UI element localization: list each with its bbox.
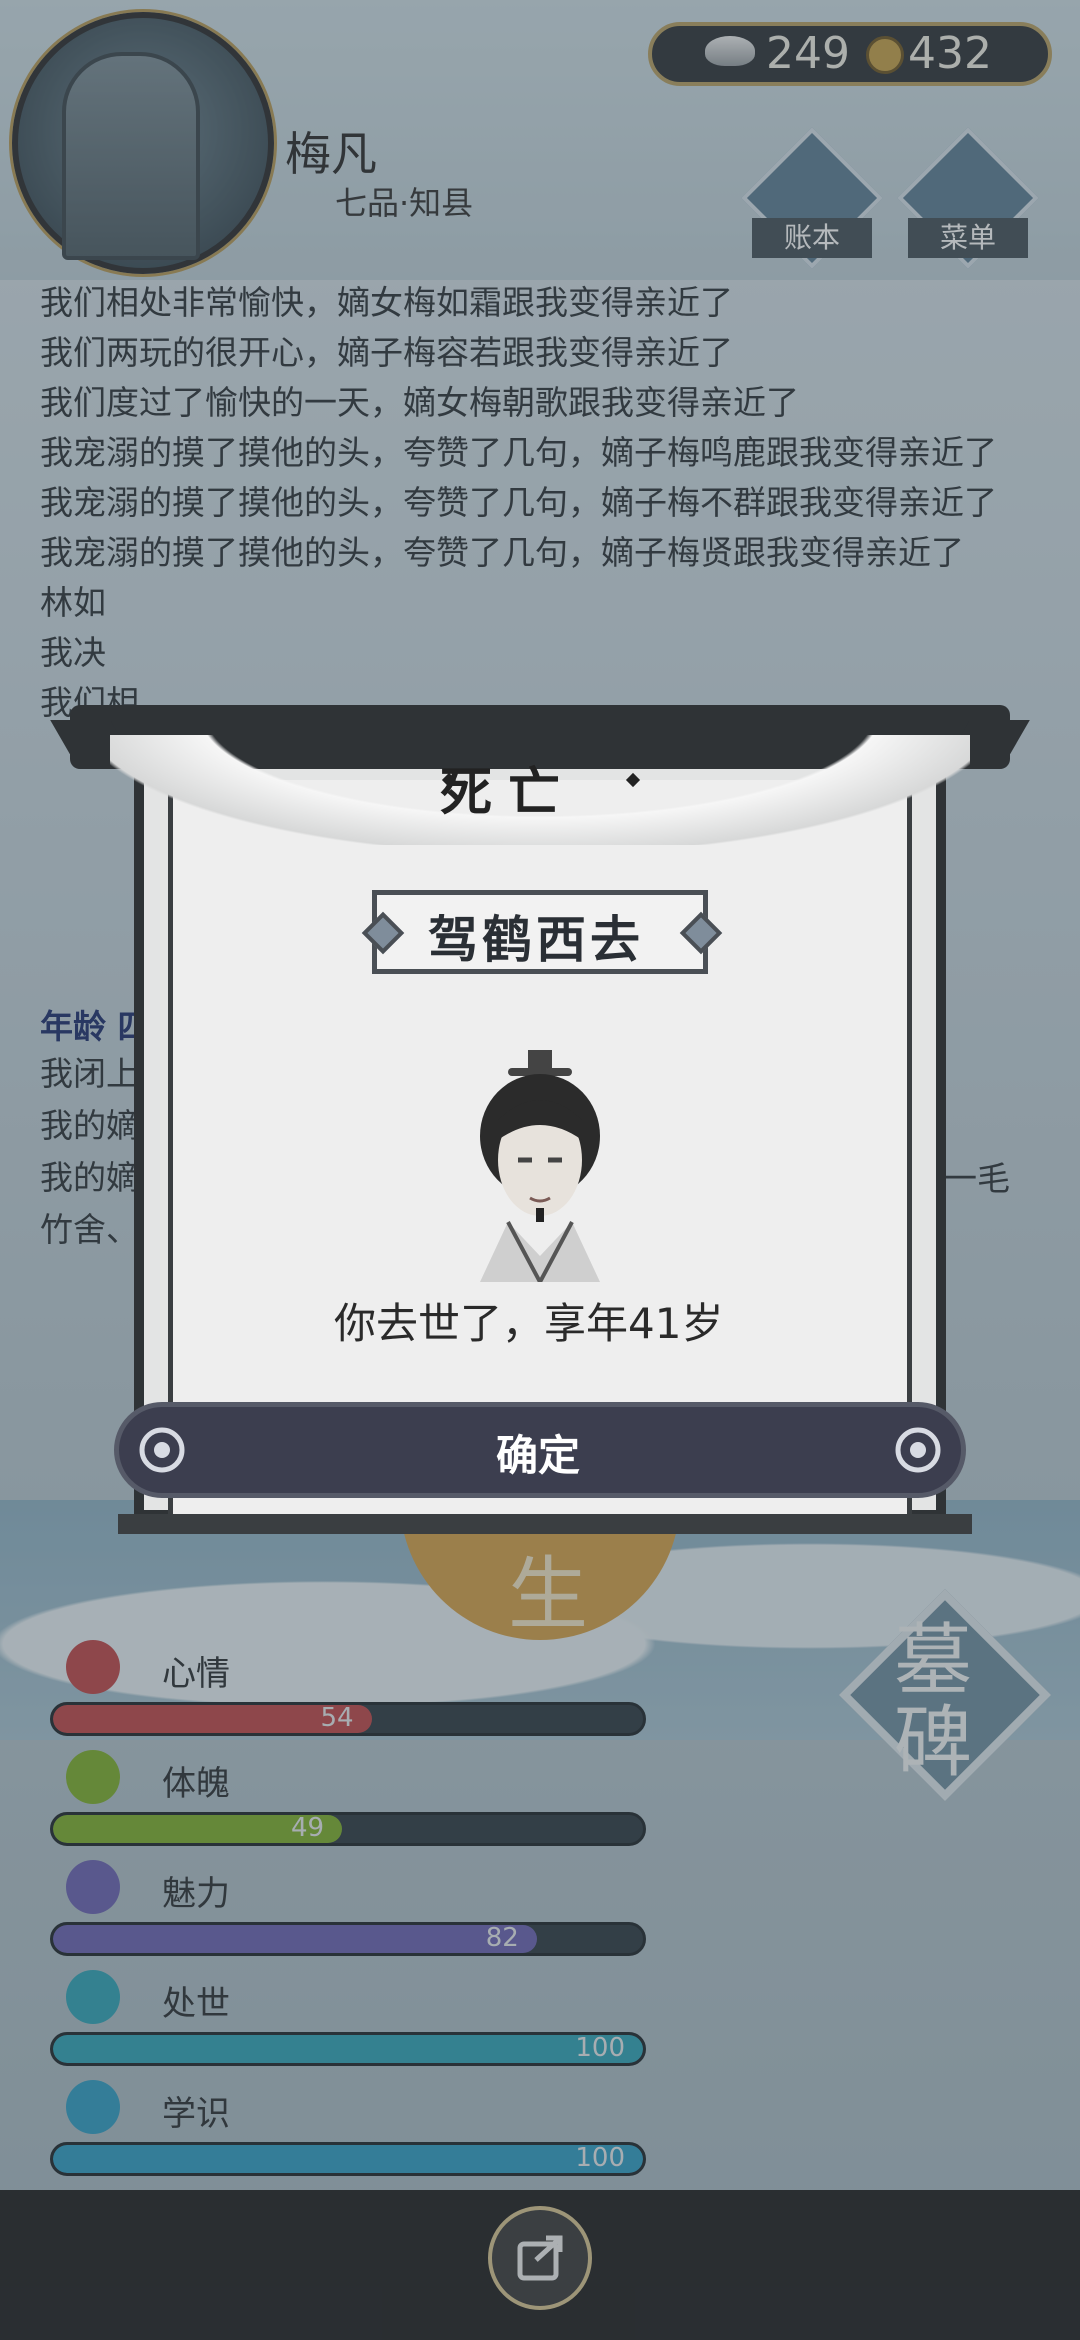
character-portrait xyxy=(480,1050,600,1282)
confirm-button-label: 确定 xyxy=(496,1431,581,1480)
cloud-ornament-right-icon xyxy=(890,1418,946,1482)
scroll-bottom-rod xyxy=(118,1514,972,1534)
death-cause: 驾鹤西去 xyxy=(428,911,644,969)
death-message: 你去世了，享年41岁 xyxy=(334,1299,724,1348)
dialog-title: 死亡 xyxy=(440,763,577,823)
cloud-ornament-left-icon xyxy=(134,1418,190,1482)
